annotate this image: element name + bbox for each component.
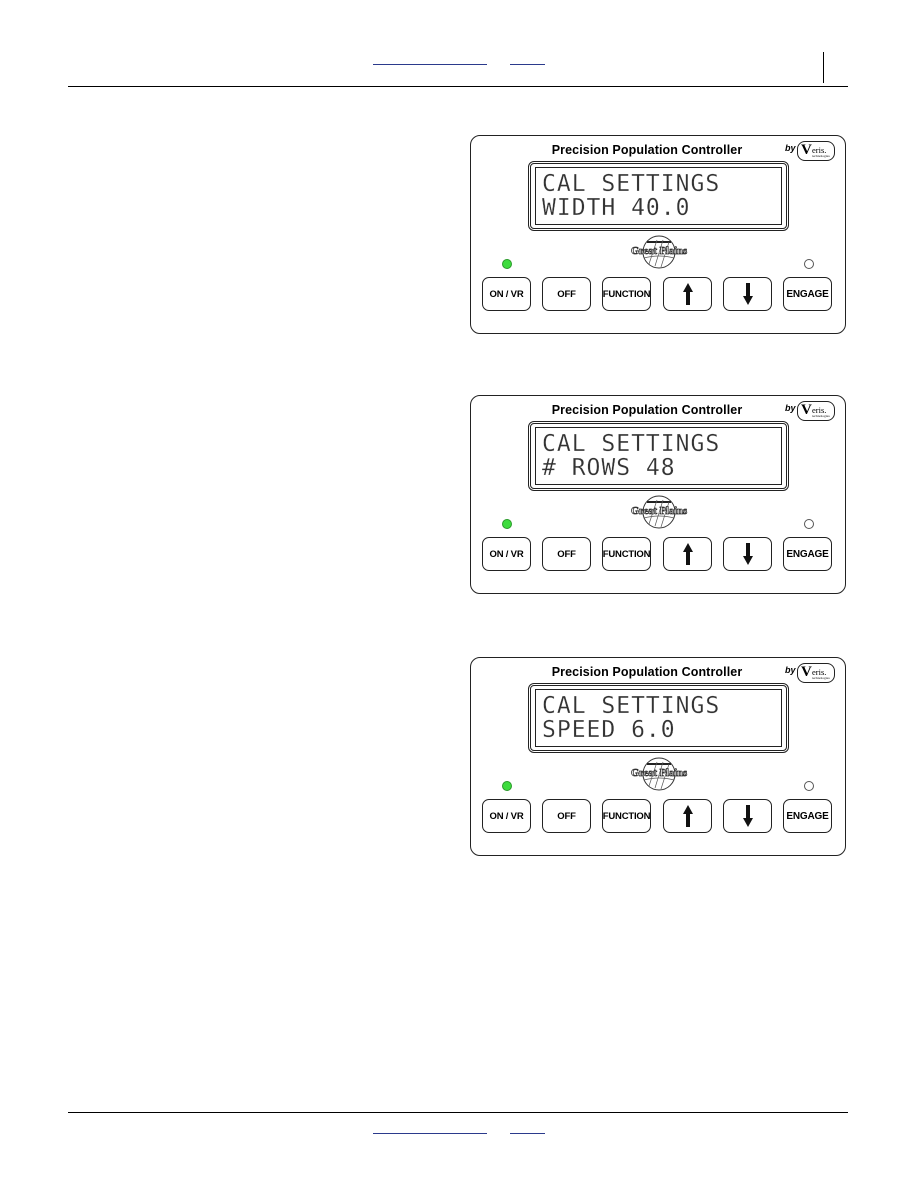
engage-button[interactable]: ENGAGE — [783, 537, 832, 571]
controller-panel-3: Precision Population Controller by V eri… — [470, 657, 846, 856]
header-rule — [68, 86, 848, 87]
veris-logo: V eris. technologies — [797, 663, 835, 683]
header-link-contents[interactable] — [510, 64, 545, 65]
by-label: by — [785, 403, 796, 413]
lcd-screen: CAL SETTINGS WIDTH 40.0 — [535, 167, 782, 225]
header-vertical-divider — [823, 52, 824, 83]
svg-text:Great Plains: Great Plains — [631, 768, 687, 779]
veris-logo: V eris. technologies — [797, 141, 835, 161]
lcd-screen: CAL SETTINGS # ROWS 48 — [535, 427, 782, 485]
down-button[interactable] — [723, 537, 772, 571]
off-button[interactable]: OFF — [542, 277, 591, 311]
engage-button[interactable]: ENGAGE — [783, 277, 832, 311]
great-plains-logo: Great Plains — [631, 757, 687, 791]
down-arrow-icon — [742, 283, 753, 305]
footer-link-contents[interactable] — [510, 1133, 545, 1134]
controller-panel-1: Precision Population Controller by V eri… — [470, 135, 846, 334]
controller-panel-2: Precision Population Controller by V eri… — [470, 395, 846, 594]
header-link-manual[interactable] — [373, 64, 487, 65]
up-arrow-icon — [682, 543, 693, 565]
veris-mark: V — [801, 402, 812, 418]
lcd-line-2: WIDTH 40.0 — [542, 195, 691, 221]
veris-subtitle: technologies — [812, 154, 830, 158]
veris-subtitle: technologies — [812, 676, 830, 680]
svg-text:Great Plains: Great Plains — [631, 246, 687, 257]
veris-subtitle: technologies — [812, 414, 830, 418]
on-vr-button[interactable]: ON / VR — [482, 799, 531, 833]
function-button[interactable]: FUNCTION — [602, 799, 651, 833]
lcd-line-2: SPEED 6.0 — [542, 717, 676, 743]
lcd-line-2: # ROWS 48 — [542, 455, 676, 481]
up-button[interactable] — [663, 799, 712, 833]
up-arrow-icon — [682, 283, 693, 305]
up-button[interactable] — [663, 277, 712, 311]
by-label: by — [785, 143, 796, 153]
lcd-display: CAL SETTINGS # ROWS 48 — [528, 421, 789, 491]
down-arrow-icon — [742, 543, 753, 565]
lcd-display: CAL SETTINGS WIDTH 40.0 — [528, 161, 789, 231]
by-label: by — [785, 665, 796, 675]
footer-link-manual[interactable] — [373, 1133, 487, 1134]
on-vr-indicator-led — [502, 519, 512, 529]
veris-mark: V — [801, 142, 812, 158]
veris-logo: V eris. technologies — [797, 401, 835, 421]
on-vr-indicator-led — [502, 781, 512, 791]
lcd-screen: CAL SETTINGS SPEED 6.0 — [535, 689, 782, 747]
on-vr-button[interactable]: ON / VR — [482, 537, 531, 571]
function-button[interactable]: FUNCTION — [602, 277, 651, 311]
off-button[interactable]: OFF — [542, 537, 591, 571]
great-plains-logo: Great Plains — [631, 495, 687, 529]
lcd-line-1: CAL SETTINGS — [542, 693, 721, 719]
great-plains-logo: Great Plains — [631, 235, 687, 269]
engage-button[interactable]: ENGAGE — [783, 799, 832, 833]
engage-indicator-led — [804, 519, 814, 529]
down-button[interactable] — [723, 799, 772, 833]
engage-indicator-led — [804, 259, 814, 269]
down-arrow-icon — [742, 805, 753, 827]
svg-text:Great Plains: Great Plains — [631, 506, 687, 517]
lcd-line-1: CAL SETTINGS — [542, 431, 721, 457]
on-vr-indicator-led — [502, 259, 512, 269]
lcd-display: CAL SETTINGS SPEED 6.0 — [528, 683, 789, 753]
on-vr-button[interactable]: ON / VR — [482, 277, 531, 311]
function-button[interactable]: FUNCTION — [602, 537, 651, 571]
engage-indicator-led — [804, 781, 814, 791]
up-button[interactable] — [663, 537, 712, 571]
up-arrow-icon — [682, 805, 693, 827]
footer-rule — [68, 1112, 848, 1113]
lcd-line-1: CAL SETTINGS — [542, 171, 721, 197]
off-button[interactable]: OFF — [542, 799, 591, 833]
veris-mark: V — [801, 664, 812, 680]
down-button[interactable] — [723, 277, 772, 311]
